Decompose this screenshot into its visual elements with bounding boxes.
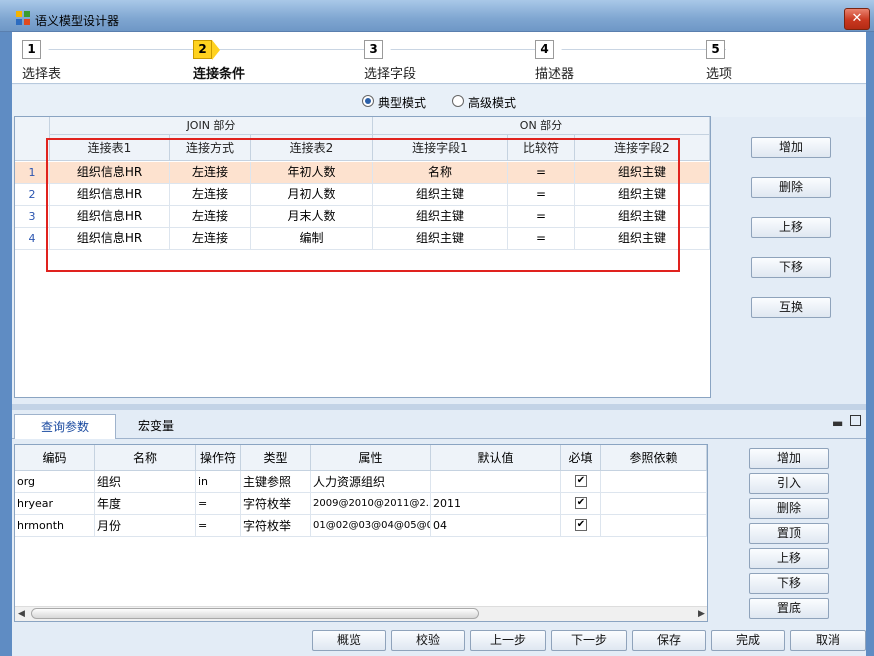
param-import-button[interactable]: 引入 (749, 473, 829, 494)
highlight-annotation-frame (46, 138, 680, 272)
required-checkbox[interactable]: ✔ (575, 497, 587, 509)
tab-query-params[interactable]: 查询参数 (14, 414, 116, 439)
title-bar (0, 0, 874, 32)
param-reference-cell[interactable] (601, 515, 707, 537)
step-2-arrow-icon (212, 40, 220, 60)
param-attribute-cell[interactable]: 人力资源组织 (311, 471, 431, 493)
param-add-button[interactable]: 增加 (749, 448, 829, 469)
typical-mode-radio[interactable] (362, 95, 374, 107)
required-checkbox[interactable]: ✔ (575, 475, 587, 487)
col-header-default[interactable]: 默认值 (431, 445, 561, 471)
panel-splitter[interactable] (12, 404, 866, 410)
join-add-button[interactable]: 增加 (751, 137, 831, 158)
step-4-arrow-icon (554, 40, 562, 60)
col-header-type[interactable]: 类型 (241, 445, 311, 471)
step-1-label[interactable]: 选择表 (22, 63, 61, 82)
join-part-header: JOIN 部分 (50, 117, 373, 135)
param-move-up-button[interactable]: 上移 (749, 548, 829, 569)
validate-button[interactable]: 校验 (391, 630, 465, 651)
scroll-right-icon[interactable]: ▶ (698, 609, 705, 619)
advanced-mode-label[interactable]: 高级模式 (468, 94, 516, 111)
next-step-button[interactable]: 下一步 (551, 630, 627, 651)
param-attribute-cell[interactable]: 2009@2010@2011@2... (311, 493, 431, 515)
param-attribute-cell[interactable]: 01@02@03@04@05@0... (311, 515, 431, 537)
cancel-button[interactable]: 取消 (790, 630, 866, 651)
param-default-cell[interactable]: 2011 (431, 493, 561, 515)
step-3-label[interactable]: 选择字段 (364, 63, 416, 82)
close-button[interactable]: ✕ (844, 8, 870, 30)
row-number: 2 (15, 184, 50, 206)
step-3-arrow-icon (383, 40, 391, 60)
step-3-number[interactable]: 3 (364, 40, 383, 59)
app-icon (15, 10, 31, 26)
param-code-cell[interactable]: org (15, 471, 95, 493)
advanced-mode-radio[interactable] (452, 95, 464, 107)
window-title: 语义模型设计器 (35, 14, 120, 28)
step-5-number[interactable]: 5 (706, 40, 725, 59)
scroll-left-icon[interactable]: ◀ (18, 609, 25, 619)
overview-button[interactable]: 概览 (312, 630, 386, 651)
background-window-edge (0, 32, 12, 656)
param-move-bottom-button[interactable]: 置底 (749, 598, 829, 619)
step-2-label[interactable]: 连接条件 (193, 63, 245, 82)
row-number: 1 (15, 162, 50, 184)
param-type-cell[interactable]: 主键参照 (241, 471, 311, 493)
param-operator-cell[interactable]: = (196, 493, 241, 515)
save-button[interactable]: 保存 (632, 630, 706, 651)
background-window-edge-right (866, 32, 874, 656)
param-type-cell[interactable]: 字符枚举 (241, 493, 311, 515)
grid-corner (15, 117, 50, 161)
param-default-cell[interactable] (431, 471, 561, 493)
step-1-number[interactable]: 1 (22, 40, 41, 59)
typical-mode-label[interactable]: 典型模式 (378, 94, 426, 111)
col-header-reference-dependency[interactable]: 参照依赖 (601, 445, 707, 471)
param-reference-cell[interactable] (601, 471, 707, 493)
param-code-cell[interactable]: hrmonth (15, 515, 95, 537)
row-number: 3 (15, 206, 50, 228)
col-header-operator[interactable]: 操作符 (196, 445, 241, 471)
param-default-cell[interactable]: 04 (431, 515, 561, 537)
scrollbar-thumb[interactable] (31, 608, 479, 619)
param-move-down-button[interactable]: 下移 (749, 573, 829, 594)
step-4-number[interactable]: 4 (535, 40, 554, 59)
param-move-top-button[interactable]: 置顶 (749, 523, 829, 544)
col-header-name[interactable]: 名称 (95, 445, 196, 471)
on-part-header: ON 部分 (373, 117, 710, 135)
join-swap-button[interactable]: 互换 (751, 297, 831, 318)
col-header-attribute[interactable]: 属性 (311, 445, 431, 471)
step-2-number[interactable]: 2 (193, 40, 212, 59)
maximize-panel-icon[interactable] (850, 415, 861, 426)
param-reference-cell[interactable] (601, 493, 707, 515)
mode-strip (12, 85, 866, 117)
finish-button[interactable]: 完成 (711, 630, 785, 651)
tab-macro-variables[interactable]: 宏变量 (118, 414, 194, 439)
previous-step-button[interactable]: 上一步 (470, 630, 546, 651)
required-checkbox[interactable]: ✔ (575, 519, 587, 531)
param-name-cell[interactable]: 月份 (95, 515, 196, 537)
param-name-cell[interactable]: 组织 (95, 471, 196, 493)
step-1-arrow-icon (41, 40, 49, 60)
minimize-panel-icon[interactable]: ▬ (832, 416, 843, 430)
param-code-cell[interactable]: hryear (15, 493, 95, 515)
wizard-steps (12, 32, 866, 84)
join-delete-button[interactable]: 删除 (751, 177, 831, 198)
param-operator-cell[interactable]: = (196, 515, 241, 537)
step-5-label[interactable]: 选项 (706, 63, 732, 82)
col-header-required[interactable]: 必填 (561, 445, 601, 471)
param-type-cell[interactable]: 字符枚举 (241, 515, 311, 537)
join-move-up-button[interactable]: 上移 (751, 217, 831, 238)
param-delete-button[interactable]: 删除 (749, 498, 829, 519)
col-header-code[interactable]: 编码 (15, 445, 95, 471)
join-move-down-button[interactable]: 下移 (751, 257, 831, 278)
param-name-cell[interactable]: 年度 (95, 493, 196, 515)
step-4-label[interactable]: 描述器 (535, 63, 574, 82)
row-number: 4 (15, 228, 50, 250)
param-operator-cell[interactable]: in (196, 471, 241, 493)
